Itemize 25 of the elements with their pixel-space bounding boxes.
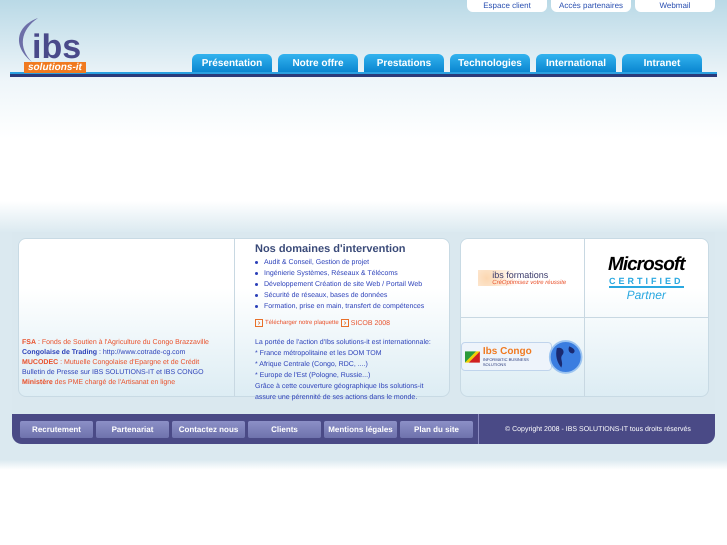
nav-tab[interactable]: Technologies [450, 54, 530, 72]
arrow-icon [255, 319, 263, 327]
nav-tab[interactable]: Notre offre [278, 54, 358, 72]
footer-link[interactable]: Mentions légales [324, 420, 397, 438]
bullet-icon [255, 305, 258, 308]
bullet-icon [255, 294, 258, 297]
top-link[interactable]: Webmail [635, 0, 715, 12]
partner-logo[interactable]: Microsoft CERTIFIED Partner [608, 254, 684, 302]
bullet-icon [255, 283, 258, 286]
top-link[interactable]: Accès partenaires [551, 0, 631, 12]
nav-tab[interactable]: Prestations [364, 54, 444, 72]
bullet-icon [255, 261, 258, 264]
nav-tab[interactable]: Intranet [622, 54, 702, 72]
footer-link[interactable]: Partenariat [96, 420, 169, 438]
nav-tab[interactable]: International [536, 54, 616, 72]
footer-link[interactable]: Plan du site [400, 420, 473, 438]
section-title: Nos domaines d'intervention [255, 243, 407, 255]
bullet-icon [255, 272, 258, 275]
footer-link[interactable]: Contactez nous [172, 420, 245, 438]
arrow-icon [340, 319, 349, 327]
top-link[interactable]: Espace client [467, 0, 547, 12]
company-logo: ibs solutions-it [10, 14, 100, 72]
footer-link[interactable]: Clients [248, 420, 321, 438]
footer-link[interactable]: Recrutement [20, 420, 93, 438]
nav-tab[interactable]: Présentation [192, 54, 272, 72]
